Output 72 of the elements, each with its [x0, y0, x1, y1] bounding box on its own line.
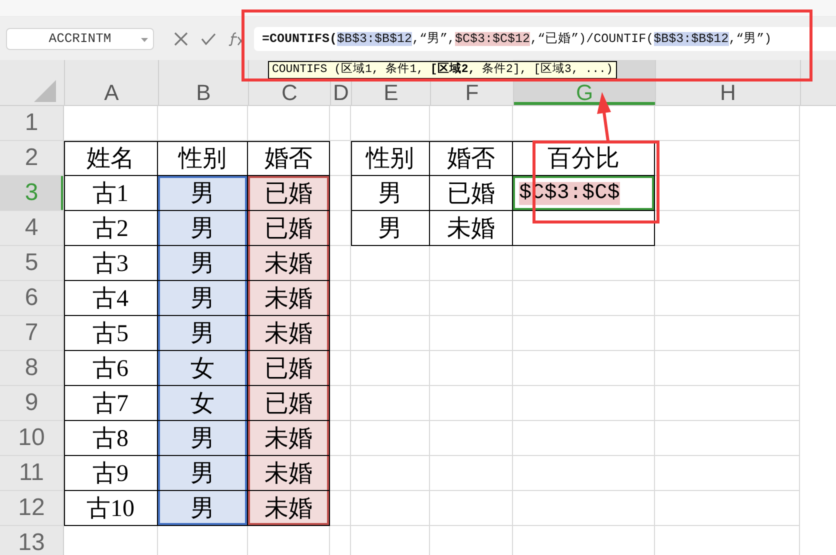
- cancel-button[interactable]: [174, 32, 188, 46]
- table-cell: 古9: [64, 456, 158, 491]
- caret-icon: [141, 38, 148, 42]
- table-cell: 未婚: [248, 316, 330, 351]
- table-cell: 古8: [64, 421, 158, 456]
- confirm-button[interactable]: [201, 32, 216, 44]
- table-cell: 已婚: [248, 176, 330, 211]
- table-cell: 古10: [64, 491, 158, 526]
- table-cell: 已婚: [248, 351, 330, 386]
- table-cell: 姓名: [64, 141, 158, 176]
- function-tooltip: COUNTIFS (区域1, 条件1, [区域2, 条件2], [区域3, ...): [268, 61, 617, 79]
- table-cell: 男: [158, 281, 248, 316]
- table-cell: 古4: [64, 281, 158, 316]
- column-header[interactable]: A: [65, 60, 159, 105]
- table-cell: 古7: [64, 386, 158, 421]
- table-cell: 男: [158, 456, 248, 491]
- corner-triangle-icon: [34, 80, 56, 102]
- row-header[interactable]: 9: [0, 386, 64, 421]
- grid-cell: [330, 316, 351, 351]
- grid-cell: [330, 281, 351, 316]
- table-cell: 性别: [158, 141, 248, 176]
- row-header[interactable]: 8: [0, 351, 64, 386]
- table-cell: 已婚: [248, 211, 330, 246]
- row-header[interactable]: 13: [0, 526, 64, 555]
- table-cell: 已婚: [248, 386, 330, 421]
- row-header[interactable]: 1: [0, 106, 64, 141]
- table-cell: 古5: [64, 316, 158, 351]
- table-cell: 男: [351, 211, 430, 246]
- table-cell: 男: [158, 176, 248, 211]
- name-box[interactable]: ACCRINTM: [6, 28, 154, 50]
- table-cell: 古6: [64, 351, 158, 386]
- grid-cell: [330, 456, 351, 491]
- table-cell: 男: [158, 316, 248, 351]
- formula-field[interactable]: =COUNTIFS($B$3:$B$12,“男”,$C$3:$C$12,“已婚”)/COUNTIF($B$3:$B$12,“男”): [254, 26, 836, 50]
- table-cell: 性别: [351, 141, 430, 176]
- row-header[interactable]: 11: [0, 456, 64, 491]
- table-cell: 未婚: [430, 211, 513, 246]
- table-cell: 未婚: [248, 456, 330, 491]
- table-cell: 未婚: [248, 281, 330, 316]
- table-cell: 女: [158, 386, 248, 421]
- grid-cell: [330, 351, 351, 386]
- table-cell: 男: [158, 491, 248, 526]
- table-cell: 古1: [64, 176, 158, 211]
- table-cell: 未婚: [248, 246, 330, 281]
- row-header[interactable]: 5: [0, 246, 64, 281]
- table-cell: 古3: [64, 246, 158, 281]
- table-cell: 未婚: [248, 491, 330, 526]
- table-cell: 婚否: [430, 141, 513, 176]
- grid-cell: [330, 246, 351, 281]
- table-cell: 男: [158, 246, 248, 281]
- row-header[interactable]: 2: [0, 141, 64, 176]
- table-cell: 古2: [64, 211, 158, 246]
- table-cell: 女: [158, 351, 248, 386]
- table-cell: 男: [158, 211, 248, 246]
- row-header[interactable]: 3: [0, 176, 64, 211]
- column-header[interactable]: H: [656, 60, 801, 105]
- annotation-arrow: [597, 92, 611, 142]
- table-cell: 男: [158, 421, 248, 456]
- row-header[interactable]: 7: [0, 316, 64, 351]
- table-cell: 百分比: [513, 141, 655, 176]
- table-cell: 男: [351, 176, 430, 211]
- row-header[interactable]: 6: [0, 281, 64, 316]
- table-cell: 未婚: [248, 421, 330, 456]
- grid-cell: [330, 386, 351, 421]
- grid-cell: [330, 421, 351, 456]
- grid-cell: [330, 491, 351, 526]
- table-cell: 已婚: [430, 176, 513, 211]
- row-header[interactable]: 4: [0, 211, 64, 246]
- table-cell: 婚否: [248, 141, 330, 176]
- column-header[interactable]: B: [159, 60, 249, 105]
- row-header[interactable]: 10: [0, 421, 64, 456]
- row-header[interactable]: 12: [0, 491, 64, 526]
